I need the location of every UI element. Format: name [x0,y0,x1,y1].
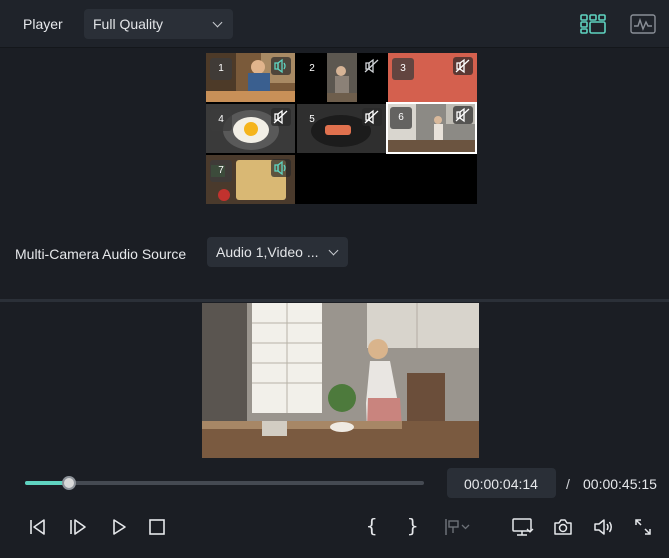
camera-tile[interactable]: 4 [206,104,295,153]
camera-tile[interactable]: 3 [388,53,477,102]
audio-waveform-icon[interactable] [630,14,656,34]
camera-tile[interactable]: 5 [297,104,386,153]
mark-in-icon[interactable]: { [366,515,377,537]
volume-icon[interactable] [592,516,614,538]
previous-frame-icon[interactable] [26,516,48,538]
speaker-muted-icon[interactable] [271,108,291,126]
player-toolbar: Player Full Quality [0,0,669,48]
total-time: 00:00:45:15 [583,476,657,492]
speaker-muted-icon[interactable] [453,57,473,75]
insert-clip-icon[interactable] [442,516,472,538]
camera-number: 7 [210,160,232,182]
camera-tile[interactable]: 7 [206,155,295,204]
quality-value: Full Quality [93,16,164,32]
camera-tile[interactable]: 2 [297,53,386,102]
play-icon[interactable] [108,516,130,538]
display-settings-icon[interactable] [511,516,535,538]
speaker-icon[interactable] [271,159,291,177]
audio-source-label: Multi-Camera Audio Source [15,246,187,262]
timeline-track[interactable] [25,476,424,490]
camera-number: 6 [390,107,412,129]
current-time: 00:00:04:14 [464,476,538,492]
mark-out-icon[interactable]: } [407,515,418,537]
multicam-grid-icon[interactable] [580,14,606,34]
speaker-icon[interactable] [271,57,291,75]
camera-tile-selected[interactable]: 6 [386,102,477,154]
speaker-muted-icon[interactable] [362,108,382,126]
camera-grid: 1 2 3 4 5 6 7 [206,53,477,204]
panel-divider[interactable] [0,299,669,302]
playhead-handle[interactable] [62,476,76,490]
camera-number: 5 [309,114,315,125]
current-time-field[interactable]: 00:00:04:14 [447,468,556,498]
chevron-down-icon [212,17,223,28]
time-separator: / [566,476,570,492]
player-title: Player [23,16,63,32]
speaker-muted-icon[interactable] [453,106,473,124]
camera-tile[interactable]: 1 [206,53,295,102]
quality-dropdown[interactable]: Full Quality [84,9,233,39]
fullscreen-icon[interactable] [632,516,654,538]
camera-number: 2 [309,63,315,74]
audio-source-dropdown[interactable]: Audio 1,Video ... [207,237,348,267]
speaker-muted-icon[interactable] [362,57,382,75]
camera-number: 4 [210,109,232,131]
video-preview[interactable] [202,303,479,458]
camera-number: 1 [210,58,232,80]
audio-source-value: Audio 1,Video ... [216,244,319,260]
next-frame-icon[interactable] [67,516,89,538]
preview-frame [202,303,479,458]
multicam-panel: 1 2 3 4 5 6 7 Multi-Camera Audio Source … [0,49,669,299]
chevron-down-icon [328,245,339,256]
stop-icon[interactable] [146,516,168,538]
snapshot-camera-icon[interactable] [552,516,574,538]
camera-number: 3 [392,58,414,80]
